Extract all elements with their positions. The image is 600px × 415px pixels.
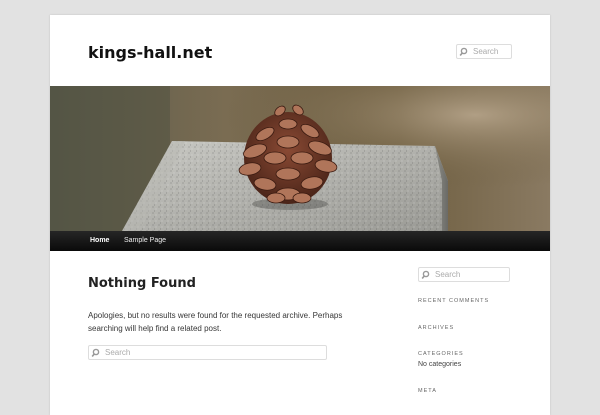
page-title: Nothing Found	[88, 276, 196, 291]
no-results-message: Apologies, but no results were found for…	[88, 311, 343, 333]
nav-item-sample-page[interactable]: Sample Page	[124, 231, 166, 251]
categories-empty-text: No categories	[418, 361, 462, 368]
widget-title-meta: META	[418, 388, 437, 394]
site-title-link[interactable]: kings-hall.net	[88, 43, 212, 62]
sidebar-search-input[interactable]	[433, 268, 509, 281]
header-search-form[interactable]	[456, 44, 512, 59]
search-icon	[91, 347, 103, 359]
widget-title-categories: CATEGORIES	[418, 351, 464, 357]
search-icon	[421, 269, 433, 281]
widget-title-archives: ARCHIVES	[418, 325, 455, 331]
content-search-input[interactable]	[103, 346, 326, 359]
header-search-input[interactable]	[471, 45, 511, 58]
content-search-form[interactable]	[88, 345, 327, 360]
nav-item-home[interactable]: Home	[90, 231, 109, 251]
page-container: kings-hall.net Search Home Sample Page N…	[50, 15, 550, 415]
header-banner-image	[50, 86, 550, 231]
widget-title-recent-comments: RECENT COMMENTS	[418, 298, 490, 304]
main-navigation: Home Sample Page	[50, 231, 550, 251]
search-icon	[459, 46, 471, 58]
sidebar-search-form[interactable]	[418, 267, 510, 282]
